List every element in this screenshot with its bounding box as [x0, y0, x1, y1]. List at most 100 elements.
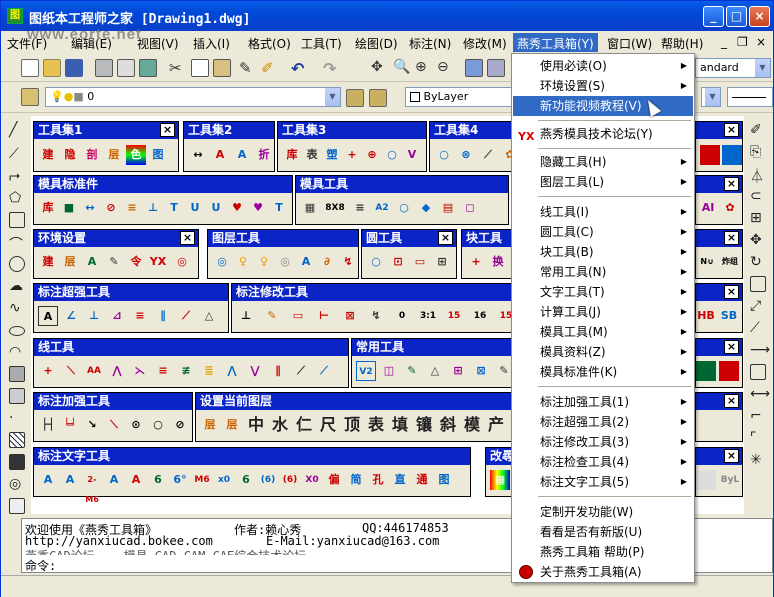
point-icon[interactable]: ·: [9, 410, 25, 426]
tool-icon[interactable]: 层: [104, 145, 124, 165]
menu-item-text-tools[interactable]: 文字工具(T) ▶: [513, 282, 693, 302]
circle-icon[interactable]: [9, 256, 25, 272]
explode-icon[interactable]: ✳: [750, 452, 766, 468]
tool-icon[interactable]: A: [38, 306, 58, 326]
tool-icon[interactable]: 表: [368, 414, 384, 436]
tool-icon[interactable]: 0: [392, 306, 412, 326]
tool-icon[interactable]: 图: [434, 470, 454, 490]
tool-icon[interactable]: 6: [236, 470, 256, 490]
tool-icon[interactable]: ◻: [460, 198, 480, 218]
tool-icon[interactable]: 层: [60, 252, 80, 272]
tool-icon[interactable]: ∥: [153, 306, 173, 326]
close-button[interactable]: ×: [749, 6, 770, 27]
menu-item-forum[interactable]: YX 燕秀模具技术论坛(Y): [513, 124, 693, 144]
tool-icon[interactable]: ▦: [300, 198, 320, 218]
tool-icon[interactable]: ↯: [338, 252, 358, 272]
tool-icon[interactable]: +: [342, 145, 362, 165]
preview-icon[interactable]: [117, 59, 135, 77]
undo-icon[interactable]: ↶: [291, 59, 309, 78]
minimize-button[interactable]: _: [703, 6, 724, 27]
tool-icon[interactable]: 隐: [60, 145, 80, 165]
tool-icon[interactable]: ⊕: [362, 145, 382, 165]
menu-item-help[interactable]: 燕秀工具箱 帮助(P): [513, 542, 693, 562]
tool-icon[interactable]: ✿: [720, 198, 740, 218]
close-icon[interactable]: ×: [438, 231, 453, 245]
tool-icon[interactable]: 中: [248, 414, 264, 436]
close-icon[interactable]: ×: [724, 285, 739, 299]
mdi-close-button[interactable]: ×: [756, 35, 766, 49]
tool-icon[interactable]: 色: [126, 145, 146, 165]
tool-icon[interactable]: ├┤: [38, 415, 58, 435]
zoom-realtime-icon[interactable]: 🔍: [393, 59, 411, 77]
cut-icon[interactable]: ✂: [169, 59, 187, 77]
insert-block-icon[interactable]: [9, 366, 25, 382]
tool-icon[interactable]: (6): [258, 470, 278, 490]
tool-icon[interactable]: 塑: [322, 145, 342, 165]
menu-draw[interactable]: 绘图(D): [355, 35, 398, 52]
menu-item-calc-tools[interactable]: 计算工具(J) ▶: [513, 302, 693, 322]
break-icon[interactable]: [750, 364, 766, 380]
panel-title[interactable]: 工具集3: [278, 122, 426, 139]
tool-icon[interactable]: ○: [148, 415, 168, 435]
tool-icon[interactable]: 直: [390, 470, 410, 490]
save-icon[interactable]: [65, 59, 83, 77]
tool-icon[interactable]: 令: [126, 252, 146, 272]
tool-icon[interactable]: A: [296, 252, 316, 272]
panel-title[interactable]: 设置当前图层: [196, 393, 540, 410]
linetype-combo[interactable]: ▼: [701, 87, 721, 107]
tool-icon[interactable]: U: [206, 198, 226, 218]
tool-icon[interactable]: 剖: [82, 145, 102, 165]
tool-icon[interactable]: ♥: [248, 198, 268, 218]
tool-icon[interactable]: 填: [392, 414, 408, 436]
pan-icon[interactable]: ✥: [371, 59, 389, 77]
menu-item-environment[interactable]: 环境设置(S) ▶: [513, 76, 693, 96]
tool-icon[interactable]: ⊢: [314, 306, 334, 326]
tool-icon[interactable]: ⊘: [101, 198, 121, 218]
mdi-minimize-button[interactable]: _: [721, 35, 727, 49]
panel-title[interactable]: 标注文字工具: [34, 448, 470, 465]
tool-icon[interactable]: △: [425, 361, 445, 381]
menu-item-dim-check[interactable]: 标注检查工具(4) ▶: [513, 452, 693, 472]
scale-icon[interactable]: [750, 276, 766, 292]
close-icon[interactable]: ×: [160, 123, 175, 137]
tool-icon[interactable]: ⋋: [130, 361, 150, 381]
menu-yanxiu-toolbox[interactable]: 燕秀工具箱(Y): [513, 33, 598, 52]
tool-icon[interactable]: 图: [148, 145, 168, 165]
menu-modify[interactable]: 修改(M): [463, 35, 507, 52]
panel-title[interactable]: 标注超强工具: [34, 284, 228, 301]
close-icon[interactable]: ×: [180, 231, 195, 245]
tool-icon[interactable]: ≡: [122, 198, 142, 218]
tool-icon[interactable]: 3:1: [418, 306, 438, 326]
tool-icon[interactable]: 水: [272, 414, 288, 436]
match-properties-icon[interactable]: ✎: [239, 59, 257, 77]
chevron-down-icon[interactable]: ▼: [754, 59, 770, 77]
make-current-layer-icon[interactable]: [346, 89, 364, 107]
tool-icon[interactable]: ⟋: [176, 306, 196, 326]
tool-icon[interactable]: 炸组: [719, 252, 741, 272]
menu-item-dim-enhance[interactable]: 标注加强工具(1) ▶: [513, 392, 693, 412]
close-icon[interactable]: ×: [724, 177, 739, 191]
tool-icon[interactable]: 换: [488, 252, 508, 272]
tool-icon[interactable]: ByL: [718, 470, 742, 490]
tool-icon[interactable]: 8X8: [322, 198, 348, 218]
menu-item-must-read[interactable]: 使用必读(O) ▶: [513, 56, 693, 76]
redo-icon[interactable]: ↷: [323, 59, 341, 78]
tool-icon[interactable]: ⊗: [456, 145, 476, 165]
menu-item-line-tools[interactable]: 线工具(I) ▶: [513, 202, 693, 222]
polyline-icon[interactable]: ⮣: [9, 168, 25, 184]
menu-insert[interactable]: 插入(I): [193, 35, 230, 52]
tool-icon[interactable]: T: [164, 198, 184, 218]
tool-icon[interactable]: ≣: [199, 361, 219, 381]
new-icon[interactable]: [21, 59, 39, 77]
tool-icon[interactable]: 6°: [170, 470, 190, 490]
maximize-button[interactable]: □: [726, 6, 747, 27]
panel-title[interactable]: 模具工具: [296, 176, 508, 193]
properties-icon[interactable]: [465, 59, 483, 77]
tool-icon[interactable]: ○: [382, 145, 402, 165]
close-icon[interactable]: ×: [724, 231, 739, 245]
tool-icon[interactable]: A: [60, 470, 80, 490]
tool-icon[interactable]: T: [269, 198, 289, 218]
tool-icon[interactable]: 建: [38, 252, 58, 272]
make-block-icon[interactable]: [9, 388, 25, 404]
close-icon[interactable]: ×: [724, 123, 739, 137]
